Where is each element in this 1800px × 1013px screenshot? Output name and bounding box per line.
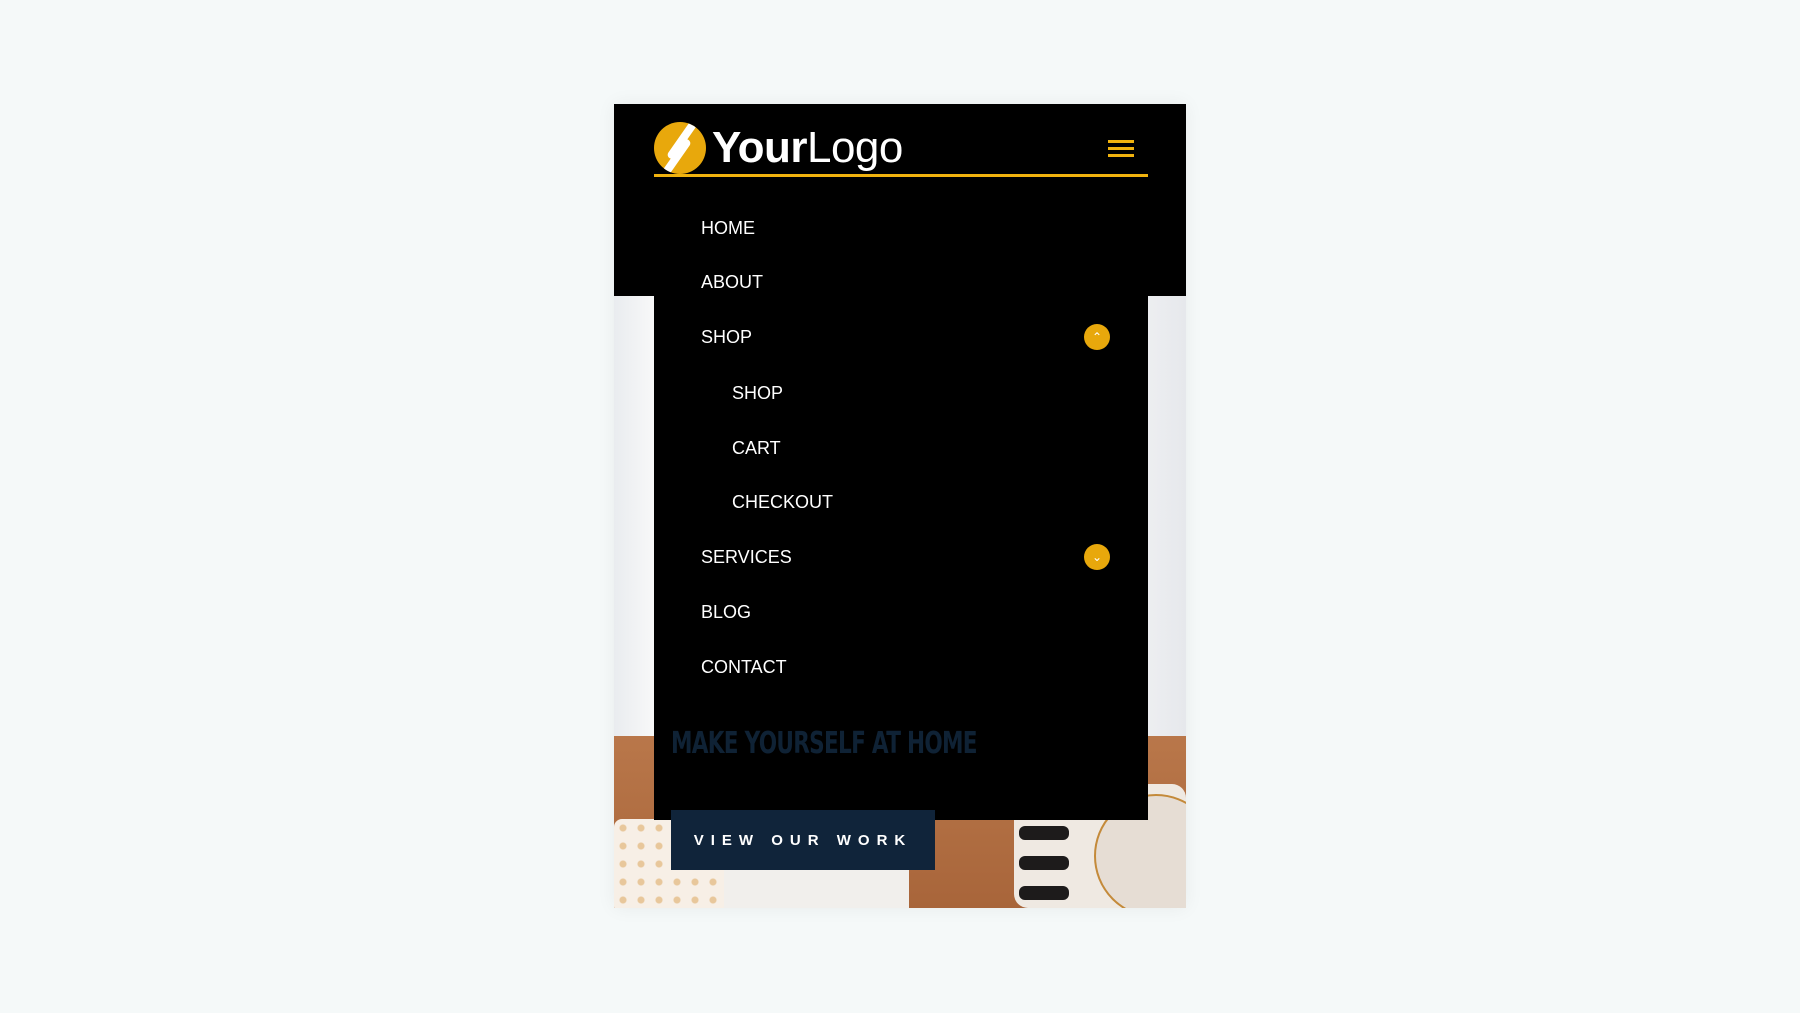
nav-subitem-cart[interactable]: CART [732, 438, 781, 458]
nav-subitem-checkout[interactable]: CHECKOUT [732, 492, 833, 512]
view-our-work-button[interactable]: VIEW OUR WORK [671, 810, 935, 870]
nav-item-contact[interactable]: CONTACT [701, 657, 787, 677]
hero-headline: MAKE YOURSELF AT HOME [671, 726, 978, 761]
chevron-up-icon[interactable]: ⌃ [1084, 324, 1110, 350]
nav-item-shop[interactable]: SHOP [701, 327, 752, 347]
nav-subitem-shop[interactable]: SHOP [732, 383, 783, 403]
pillow-stripe [1019, 826, 1069, 840]
nav-item-about[interactable]: ABOUT [701, 272, 763, 292]
nav-item-blog[interactable]: BLOG [701, 602, 751, 622]
logo-mark-icon [654, 122, 706, 174]
chevron-down-icon[interactable]: ⌄ [1084, 544, 1110, 570]
mobile-page-frame: YourLogo HOME ABOUT SHOP ⌃ SHOP CART CHE… [614, 104, 1186, 908]
hamburger-menu-icon[interactable] [1108, 140, 1134, 158]
nav-item-services[interactable]: SERVICES [701, 547, 792, 567]
pillow-stripe [1019, 886, 1069, 900]
header-divider [654, 174, 1148, 177]
logo[interactable]: YourLogo [654, 120, 903, 176]
logo-text: YourLogo [712, 123, 903, 172]
pillow-stripe [1019, 856, 1069, 870]
nav-item-home[interactable]: HOME [701, 218, 755, 238]
